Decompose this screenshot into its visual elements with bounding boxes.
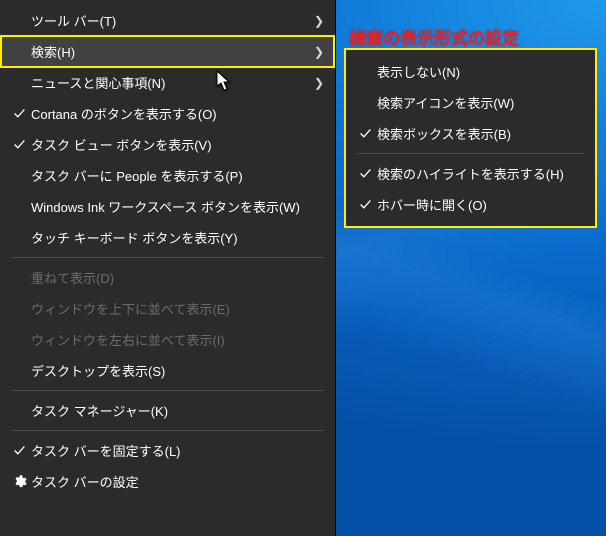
menu-separator bbox=[11, 390, 324, 391]
menu-item-重ねて表示: 重ねて表示(D) bbox=[1, 262, 334, 293]
menu-item-検索アイコンを表示[interactable]: 検索アイコンを表示(W) bbox=[347, 87, 594, 118]
menu-item-label: 重ねて表示(D) bbox=[31, 268, 324, 287]
check-icon bbox=[353, 198, 377, 211]
menu-item-label: タスク バーを固定する(L) bbox=[31, 441, 324, 460]
menu-item-タッチ-キーボード-ボタンを表示[interactable]: タッチ キーボード ボタンを表示(Y) bbox=[1, 222, 334, 253]
menu-item-検索[interactable]: 検索(H) ❯ bbox=[1, 36, 334, 67]
menu-item-label: 表示しない(N) bbox=[377, 62, 584, 81]
menu-item-タスク-マネージャー[interactable]: タスク マネージャー(K) bbox=[1, 395, 334, 426]
menu-item-label: デスクトップを表示(S) bbox=[31, 361, 324, 380]
menu-separator bbox=[357, 153, 584, 154]
menu-item-ツール-バー[interactable]: ツール バー(T) ❯ bbox=[1, 5, 334, 36]
menu-item-label: タスク ビュー ボタンを表示(V) bbox=[31, 135, 324, 154]
menu-item-label: ウィンドウを上下に並べて表示(E) bbox=[31, 299, 324, 318]
menu-item-label: ツール バー(T) bbox=[31, 11, 306, 30]
menu-item-label: タッチ キーボード ボタンを表示(Y) bbox=[31, 228, 324, 247]
check-icon bbox=[7, 444, 31, 457]
chevron-right-icon: ❯ bbox=[314, 14, 324, 28]
menu-item-label: 検索アイコンを表示(W) bbox=[377, 93, 584, 112]
gear-icon bbox=[7, 474, 31, 489]
check-icon bbox=[353, 167, 377, 180]
menu-item-ニュースと関心事項[interactable]: ニュースと関心事項(N) ❯ bbox=[1, 67, 334, 98]
menu-item-タスク-バーに-people-を表示する[interactable]: タスク バーに People を表示する(P) bbox=[1, 160, 334, 191]
menu-item-label: 検索のハイライトを表示する(H) bbox=[377, 164, 584, 183]
menu-item-表示しない[interactable]: 表示しない(N) bbox=[347, 56, 594, 87]
menu-item-ウィンドウを上下に並べて表示: ウィンドウを上下に並べて表示(E) bbox=[1, 293, 334, 324]
check-icon bbox=[7, 138, 31, 151]
search-submenu: 表示しない(N) 検索アイコンを表示(W) 検索ボックスを表示(B) 検索のハイライト… bbox=[344, 48, 597, 228]
menu-item-label: タスク マネージャー(K) bbox=[31, 401, 324, 420]
menu-item-label: Windows Ink ワークスペース ボタンを表示(W) bbox=[31, 197, 324, 216]
check-icon bbox=[7, 107, 31, 120]
menu-item-ウィンドウを左右に並べて表示: ウィンドウを左右に並べて表示(I) bbox=[1, 324, 334, 355]
menu-item-タスク-ビュー-ボタンを表示[interactable]: タスク ビュー ボタンを表示(V) bbox=[1, 129, 334, 160]
annotation-label: 検索の表示形式の設定 bbox=[349, 24, 519, 49]
menu-item-label: 検索ボックスを表示(B) bbox=[377, 124, 584, 143]
menu-item-label: Cortana のボタンを表示する(O) bbox=[31, 104, 324, 123]
menu-item-デスクトップを表示[interactable]: デスクトップを表示(S) bbox=[1, 355, 334, 386]
menu-item-検索ボックスを表示[interactable]: 検索ボックスを表示(B) bbox=[347, 118, 594, 149]
menu-item-タスク-バーを固定する[interactable]: タスク バーを固定する(L) bbox=[1, 435, 334, 466]
menu-item-label: ニュースと関心事項(N) bbox=[31, 73, 306, 92]
menu-item-label: タスク バーの設定 bbox=[31, 472, 324, 491]
taskbar-context-menu: ツール バー(T) ❯ 検索(H) ❯ ニュースと関心事項(N) ❯ Cortana のボタ… bbox=[0, 0, 336, 536]
menu-item-タスク-バーの設定[interactable]: タスク バーの設定 bbox=[1, 466, 334, 497]
chevron-right-icon: ❯ bbox=[314, 76, 324, 90]
menu-item-label: ホバー時に開く(O) bbox=[377, 195, 584, 214]
menu-item-windows-ink-ワークスペース-ボタンを表示[interactable]: Windows Ink ワークスペース ボタンを表示(W) bbox=[1, 191, 334, 222]
menu-item-cortana-のボタンを表示する[interactable]: Cortana のボタンを表示する(O) bbox=[1, 98, 334, 129]
check-icon bbox=[353, 127, 377, 140]
chevron-right-icon: ❯ bbox=[314, 45, 324, 59]
menu-item-label: タスク バーに People を表示する(P) bbox=[31, 166, 324, 185]
menu-item-ホバー時に開く[interactable]: ホバー時に開く(O) bbox=[347, 189, 594, 220]
menu-item-検索のハイライトを表示する[interactable]: 検索のハイライトを表示する(H) bbox=[347, 158, 594, 189]
menu-item-label: ウィンドウを左右に並べて表示(I) bbox=[31, 330, 324, 349]
menu-separator bbox=[11, 430, 324, 431]
menu-separator bbox=[11, 257, 324, 258]
menu-item-label: 検索(H) bbox=[31, 42, 306, 61]
